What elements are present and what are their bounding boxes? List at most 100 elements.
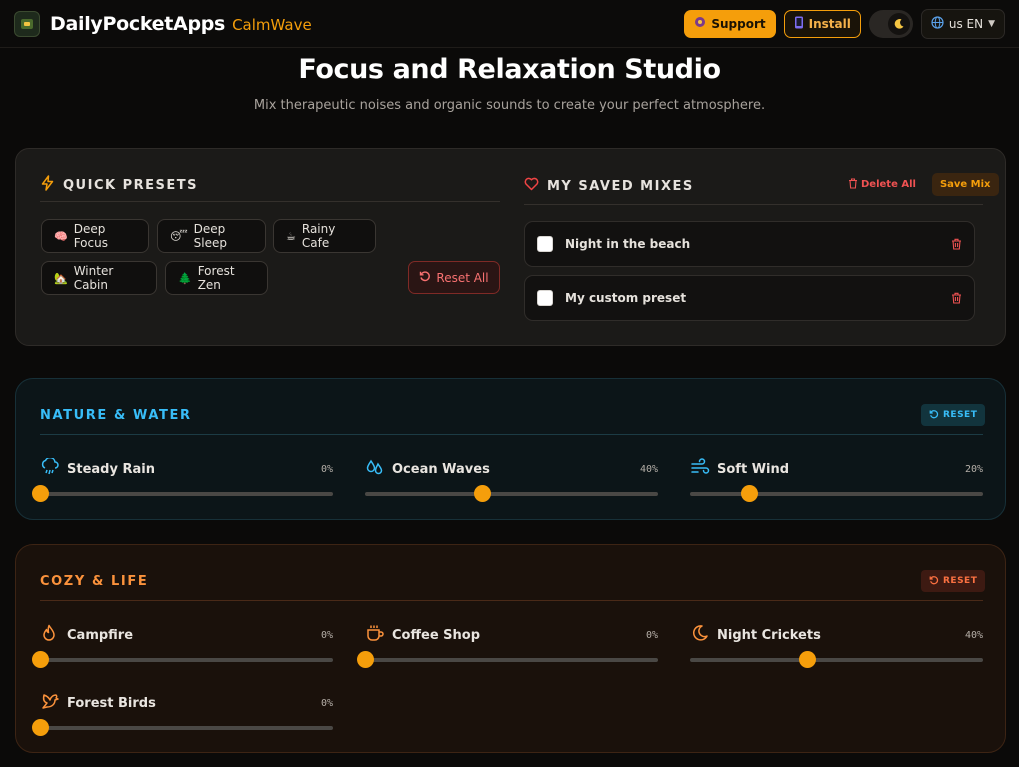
moon-icon bbox=[690, 624, 710, 646]
sound-name: Soft Wind bbox=[717, 461, 790, 477]
delete-all-button[interactable]: Delete All bbox=[848, 177, 916, 192]
volume-slider-track[interactable] bbox=[365, 492, 658, 496]
reset-cozy-button[interactable]: RESET bbox=[921, 570, 986, 592]
sound-percent: 0% bbox=[645, 629, 658, 641]
sound-percent: 40% bbox=[639, 463, 658, 475]
volume-slider-track[interactable] bbox=[690, 658, 983, 662]
phone-icon bbox=[794, 16, 804, 32]
sound-soft-wind: Soft Wind 20% bbox=[690, 458, 983, 509]
trash-icon bbox=[848, 177, 858, 192]
brand-name[interactable]: DailyPocketApps bbox=[50, 13, 225, 35]
chevron-down-icon: ▼ bbox=[988, 18, 995, 29]
heart-icon bbox=[524, 177, 539, 195]
saved-mixes-title: MY SAVED MIXES bbox=[547, 178, 694, 194]
trash-icon[interactable] bbox=[951, 289, 962, 308]
sound-percent: 20% bbox=[964, 463, 983, 475]
sound-percent: 40% bbox=[964, 629, 983, 641]
saved-mixes-header: MY SAVED MIXES bbox=[524, 177, 694, 195]
reset-label: RESET bbox=[943, 576, 978, 586]
brain-icon: 🧠 bbox=[54, 229, 68, 243]
saved-mix-row[interactable]: My custom preset bbox=[524, 275, 975, 321]
coffee-icon bbox=[365, 624, 385, 646]
preset-winter-cabin[interactable]: 🏡 Winter Cabin bbox=[41, 261, 157, 295]
app-logo[interactable] bbox=[14, 10, 40, 37]
moon-icon bbox=[887, 12, 910, 35]
sound-percent: 0% bbox=[320, 629, 333, 641]
saved-mix-row[interactable]: Night in the beach bbox=[524, 221, 975, 267]
divider bbox=[40, 434, 983, 435]
volume-slider-thumb[interactable] bbox=[32, 719, 49, 736]
install-label: Install bbox=[808, 16, 851, 31]
reset-all-label: Reset All bbox=[436, 270, 489, 285]
theme-toggle[interactable] bbox=[868, 9, 913, 38]
flame-icon bbox=[40, 624, 60, 646]
preset-label: Winter Cabin bbox=[73, 264, 114, 292]
sound-name: Forest Birds bbox=[67, 695, 156, 711]
volume-slider-thumb[interactable] bbox=[740, 485, 758, 502]
volume-slider-thumb[interactable] bbox=[32, 651, 49, 668]
preset-rainy-cafe[interactable]: ☕ Rainy Cafe bbox=[273, 219, 376, 253]
volume-slider-thumb[interactable] bbox=[799, 651, 817, 668]
volume-slider-track[interactable] bbox=[40, 726, 333, 730]
divider bbox=[40, 600, 983, 601]
tree-icon: 🌲 bbox=[178, 271, 192, 285]
divider bbox=[40, 201, 500, 202]
nature-water-panel: NATURE & WATER RESET Steady Rain 0% Ocea… bbox=[15, 378, 1006, 520]
page-title: Focus and Relaxation Studio bbox=[298, 54, 721, 85]
wind-icon bbox=[690, 458, 710, 480]
preset-label: Forest Zen bbox=[197, 264, 235, 292]
category-title: NATURE & WATER bbox=[40, 408, 192, 423]
cabin-icon: 🏡 bbox=[54, 271, 68, 285]
sound-coffee-shop: Coffee Shop 0% bbox=[357, 624, 658, 675]
mix-name: Night in the beach bbox=[565, 237, 691, 251]
cozy-life-panel: COZY & LIFE RESET Campfire 0% Coffee Sho… bbox=[15, 544, 1006, 753]
sound-name: Ocean Waves bbox=[392, 461, 490, 477]
sleep-icon: 😴 bbox=[170, 229, 188, 243]
lightning-icon bbox=[40, 175, 55, 195]
reset-nature-button[interactable]: RESET bbox=[921, 404, 986, 426]
sound-forest-birds: Forest Birds 0% bbox=[32, 692, 333, 743]
sound-ocean-waves: Ocean Waves 40% bbox=[365, 459, 658, 509]
sound-night-crickets: Night Crickets 40% bbox=[690, 625, 983, 675]
rotate-icon bbox=[929, 409, 939, 422]
support-label: Support bbox=[711, 16, 766, 31]
volume-slider-track[interactable] bbox=[365, 658, 658, 662]
preset-deep-sleep[interactable]: 😴 Deep Sleep bbox=[157, 219, 266, 253]
presets-panel: QUICK PRESETS 🧠 Deep Focus 😴 Deep Sleep … bbox=[15, 148, 1006, 346]
volume-slider-thumb[interactable] bbox=[32, 485, 49, 502]
preset-deep-focus[interactable]: 🧠 Deep Focus bbox=[41, 219, 149, 253]
sound-name: Night Crickets bbox=[717, 627, 821, 643]
support-icon bbox=[694, 16, 706, 31]
top-bar: DailyPocketApps CalmWave Support Install… bbox=[0, 0, 1019, 48]
volume-slider-thumb[interactable] bbox=[474, 485, 492, 502]
install-button[interactable]: Install bbox=[783, 9, 861, 38]
sound-name: Coffee Shop bbox=[392, 627, 481, 643]
app-name: CalmWave bbox=[232, 15, 312, 34]
volume-slider-track[interactable] bbox=[690, 492, 983, 496]
preset-forest-zen[interactable]: 🌲 Forest Zen bbox=[165, 261, 268, 295]
volume-slider-track[interactable] bbox=[40, 658, 333, 662]
sound-percent: 0% bbox=[320, 463, 333, 475]
bird-icon bbox=[40, 692, 60, 714]
page-subtitle: Mix therapeutic noises and organic sound… bbox=[253, 98, 766, 113]
volume-slider-track[interactable] bbox=[40, 492, 333, 496]
mix-checkbox[interactable] bbox=[537, 290, 553, 306]
sound-campfire: Campfire 0% bbox=[32, 624, 333, 675]
save-mix-button[interactable]: Save Mix bbox=[931, 173, 999, 196]
volume-slider-thumb[interactable] bbox=[357, 651, 374, 668]
mix-checkbox[interactable] bbox=[537, 236, 553, 252]
delete-all-label: Delete All bbox=[861, 179, 916, 190]
sound-name: Steady Rain bbox=[67, 461, 155, 477]
reset-all-button[interactable]: Reset All bbox=[408, 261, 500, 294]
category-title: COZY & LIFE bbox=[40, 574, 149, 589]
preset-label: Deep Focus bbox=[73, 222, 108, 250]
rotate-icon bbox=[419, 270, 431, 285]
globe-icon bbox=[931, 15, 944, 32]
support-button[interactable]: Support bbox=[684, 9, 776, 38]
sound-percent: 0% bbox=[320, 697, 333, 709]
mix-name: My custom preset bbox=[565, 291, 687, 305]
preset-label: Rainy Cafe bbox=[301, 222, 336, 250]
quick-presets-header: QUICK PRESETS bbox=[40, 175, 198, 195]
trash-icon[interactable] bbox=[951, 235, 962, 254]
language-selector[interactable]: us EN ▼ bbox=[920, 8, 1005, 39]
